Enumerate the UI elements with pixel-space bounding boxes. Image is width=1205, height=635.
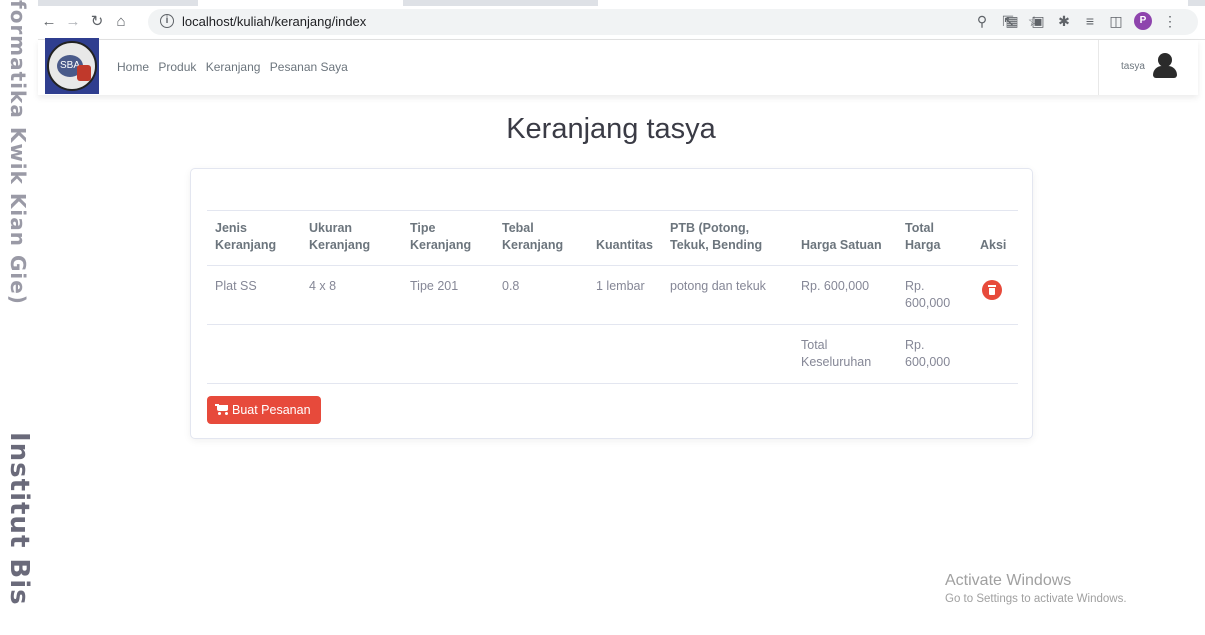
col-header-tebal: Tebal Keranjang [494,210,588,266]
puzzle-extensions-icon[interactable]: ✱ [1056,13,1072,29]
activation-title: Activate Windows [945,572,1072,589]
cell-harga-satuan: Rp. 600,000 [793,265,897,325]
total-label: Total Keseluruhan [793,324,897,384]
activation-subtitle: Go to Settings to activate Windows. [945,593,1127,605]
tab-active[interactable] [198,0,403,6]
nav-link-keranjang[interactable]: Keranjang [206,60,261,74]
cell-tipe: Tipe 201 [402,265,494,325]
profile-avatar[interactable]: P [1134,12,1152,30]
cell-empty [207,324,301,384]
cart-icon [215,404,229,415]
cart-card: Jenis Keranjang Ukuran Keranjang Tipe Ke… [190,168,1033,439]
cell-kuantitas: 1 lembar [588,265,662,325]
logo-mark [77,65,91,81]
col-header-aksi: Aksi [972,210,1018,266]
total-row: Total Keseluruhan Rp. 600,000 [207,324,1018,384]
logo-emblem: SBA [47,41,97,91]
cell-empty [402,324,494,384]
menu-kebab-icon[interactable]: ⋮ [1162,13,1178,29]
cell-jenis: Plat SS [207,265,301,325]
trash-can-body [989,288,995,295]
tab-strip [38,0,1205,6]
page-title: Keranjang tasya [506,113,716,145]
cell-empty [662,324,793,384]
site-navbar: SBA Home Produk Keranjang Pesanan Saya t… [38,38,1198,95]
cell-ptb: potong dan tekuk [662,265,793,325]
user-menu[interactable]: tasya [1098,40,1198,95]
cell-aksi [972,265,1018,325]
extension-icon[interactable]: ▣ [1030,13,1046,29]
nav-link-produk[interactable]: Produk [158,60,196,74]
side-panel-icon[interactable]: ◫ [1108,13,1124,29]
total-value: Rp. 600,000 [897,324,972,384]
cell-ukuran: 4 x 8 [301,265,402,325]
trash-icon [988,285,996,287]
username[interactable]: tasya [1121,61,1145,72]
reload-icon[interactable]: ↻ [88,13,106,31]
zoom-icon[interactable]: ⚲ [974,13,990,29]
cell-tebal: 0.8 [494,265,588,325]
brand-logo[interactable]: SBA [45,38,99,94]
browser-toolbar: ← → ↻ ⌂ i localhost/kuliah/keranjang/ind… [38,0,1205,40]
cell-empty [494,324,588,384]
extension-icon[interactable]: ▦ [1004,13,1020,29]
table-row: Plat SS 4 x 8 Tipe 201 0.8 1 lembar poto… [207,265,1018,325]
create-order-label: Buat Pesanan [232,403,311,417]
side-watermark-text-top: formatika Kwik Kian Gie) [6,0,30,305]
delete-item-button[interactable] [982,280,1002,300]
url-text[interactable]: localhost/kuliah/keranjang/index [182,14,366,29]
col-header-kuantitas: Kuantitas [588,210,662,266]
site-info-icon[interactable]: i [160,14,174,28]
cart-table: Jenis Keranjang Ukuran Keranjang Tipe Ke… [207,210,1018,384]
cell-empty [301,324,402,384]
col-header-total-harga: Total Harga [897,210,972,266]
side-watermark-strip: formatika Kwik Kian Gie) Institut Bis [0,0,38,635]
windows-activation-watermark: Activate Windows Go to Settings to activ… [945,572,1127,605]
cell-empty [972,324,1018,384]
user-icon-body [1153,66,1177,78]
forward-icon[interactable]: → [64,13,82,31]
nav-link-home[interactable]: Home [117,60,149,74]
col-header-ukuran: Ukuran Keranjang [301,210,402,266]
reading-list-icon[interactable]: ≡ [1082,13,1098,29]
col-header-ptb: PTB (Potong, Tekuk, Bending [662,210,793,266]
tab-bar-area [598,0,1188,6]
table-header-row: Jenis Keranjang Ukuran Keranjang Tipe Ke… [207,210,1018,266]
col-header-harga-satuan: Harga Satuan [793,210,897,266]
home-icon[interactable]: ⌂ [112,13,130,31]
nav-links: Home Produk Keranjang Pesanan Saya [117,60,354,74]
cell-empty [588,324,662,384]
cell-total-harga: Rp. 600,000 [897,265,972,325]
create-order-button[interactable]: Buat Pesanan [207,396,321,424]
back-icon[interactable]: ← [40,13,58,31]
side-watermark-text-bottom: Institut Bis [4,432,34,606]
nav-link-pesanan-saya[interactable]: Pesanan Saya [270,60,348,74]
col-header-tipe: Tipe Keranjang [402,210,494,266]
col-header-jenis: Jenis Keranjang [207,210,301,266]
user-icon[interactable] [1158,53,1172,67]
